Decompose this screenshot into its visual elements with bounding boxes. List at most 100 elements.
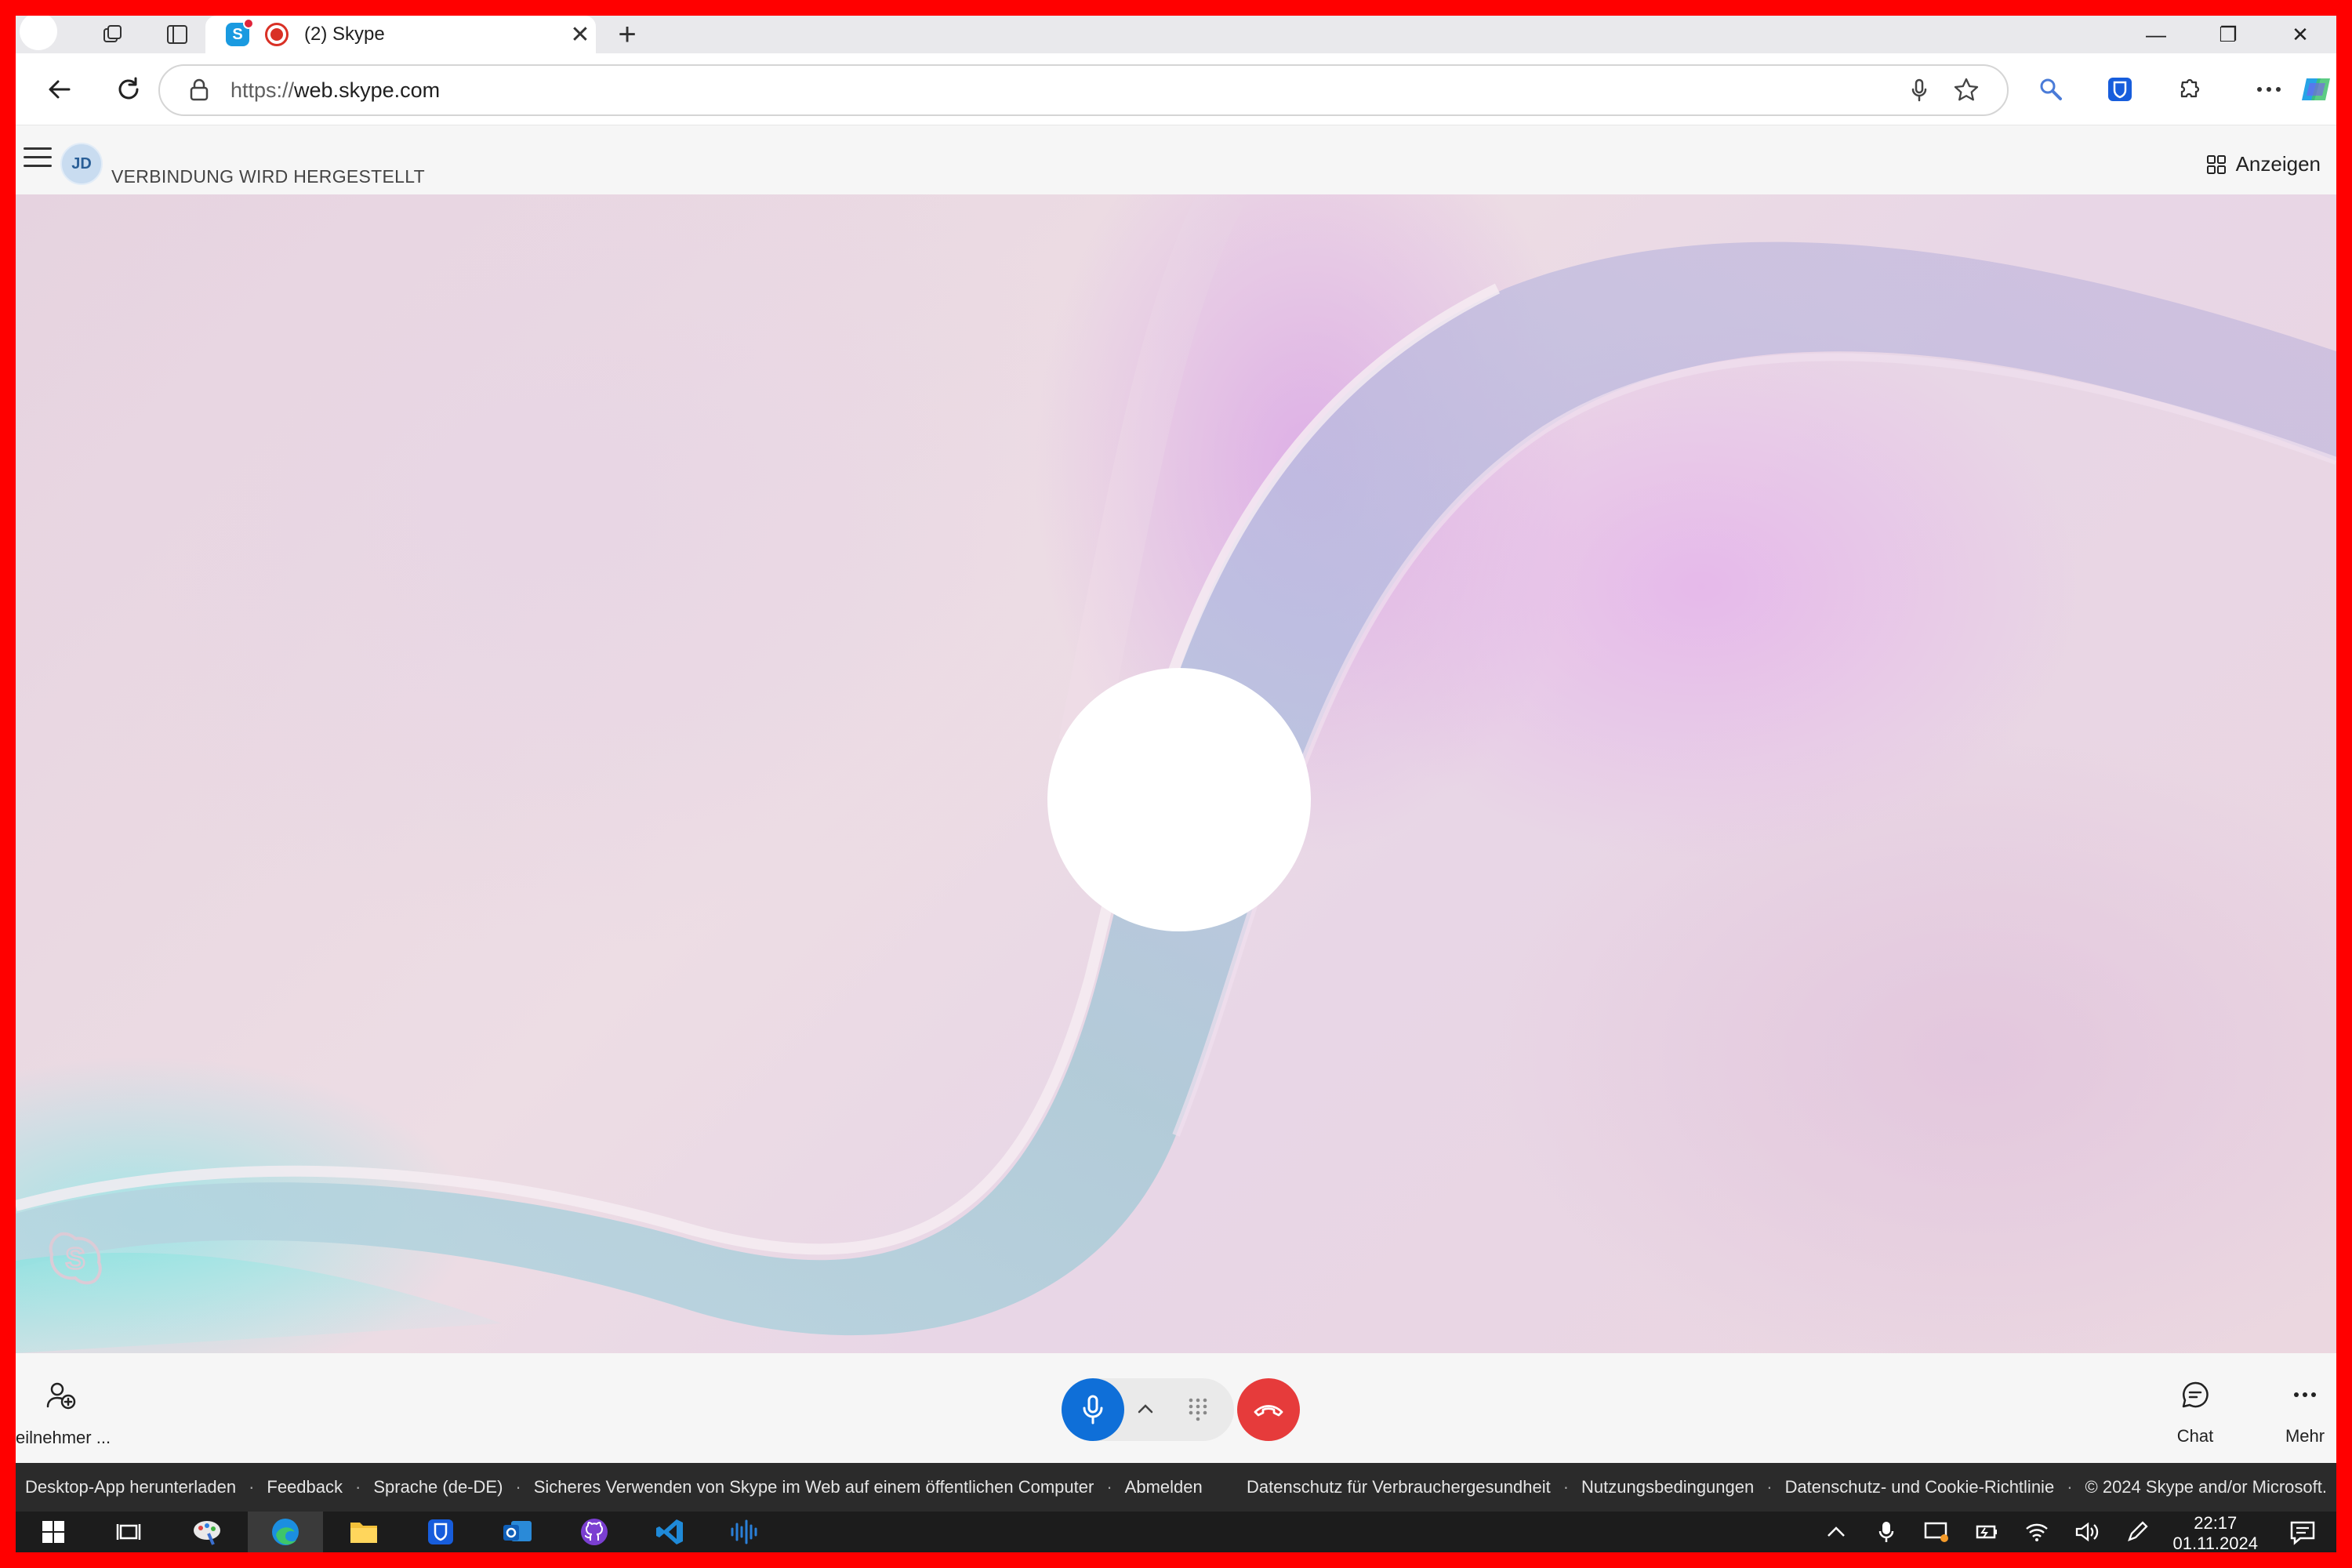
more-icon (2257, 87, 2281, 92)
tray-microphone-icon[interactable] (1861, 1520, 1911, 1544)
microphone-icon (1083, 1395, 1103, 1425)
avatar[interactable]: JD (60, 143, 103, 185)
taskbar-app-github[interactable] (557, 1512, 632, 1552)
menu-icon[interactable] (24, 147, 52, 169)
bitwarden-button[interactable] (2098, 67, 2142, 111)
taskbar-app-paint[interactable] (169, 1512, 245, 1552)
close-tab-icon[interactable]: ✕ (564, 21, 596, 49)
footer-link-feedback[interactable]: Feedback (267, 1477, 343, 1497)
chat-label: Chat (2176, 1426, 2214, 1446)
taskbar-app-vscode[interactable] (632, 1512, 707, 1552)
hangup-button[interactable] (1237, 1378, 1300, 1441)
more-button[interactable] (2247, 67, 2291, 111)
footer-link-health-privacy[interactable]: Datenschutz für Verbrauchergesundheit (1247, 1477, 1551, 1497)
notification-center-button[interactable] (2289, 1519, 2316, 1550)
extensions-icon (2180, 78, 2200, 98)
mute-button[interactable] (1062, 1378, 1124, 1441)
more-icon (2294, 1392, 2316, 1397)
chat-icon (2182, 1381, 2209, 1408)
window-controls: — ❐ ✕ (2120, 16, 2336, 53)
caller-avatar (1047, 668, 1311, 931)
clock-time: 22:17 (2194, 1513, 2238, 1533)
outlook-icon (503, 1521, 532, 1541)
taskbar-app-outlook[interactable] (480, 1512, 555, 1552)
tray-display-icon[interactable] (1911, 1520, 1962, 1544)
address-bar[interactable]: https://web.skype.com (158, 64, 2009, 116)
tray-volume-icon[interactable] (2062, 1521, 2112, 1543)
footer-link-language[interactable]: Sprache (de-DE) (373, 1477, 503, 1497)
browser-window: S (2) Skype ✕ + — ❐ ✕ https://web.skype.… (16, 16, 2336, 1552)
tray-battery-icon[interactable] (1962, 1522, 2012, 1542)
waveform-icon (731, 1519, 757, 1544)
tray-wifi-icon[interactable] (2012, 1521, 2062, 1543)
skype-favicon-icon: S (226, 18, 254, 46)
hangup-icon (1254, 1405, 1283, 1417)
recording-icon (265, 23, 289, 46)
page-footer: Desktop-App herunterladen · Feedback · S… (16, 1463, 2336, 1512)
taskbar-app-audio[interactable] (707, 1512, 782, 1552)
extensions-button[interactable] (2167, 67, 2211, 111)
dialpad-button[interactable] (1176, 1388, 1220, 1432)
windows-logo-icon (42, 1521, 64, 1543)
more-label: Mehr (2285, 1426, 2325, 1446)
skype-logo-icon: S (49, 1232, 102, 1285)
taskbar-clock[interactable]: 22:17 01.11.2024 (2173, 1513, 2258, 1552)
footer-link-download[interactable]: Desktop-App herunterladen (25, 1477, 236, 1497)
minimize-button[interactable]: — (2120, 16, 2192, 53)
participants-label: eilnehmer ... (16, 1428, 111, 1447)
tab-strip: S (2) Skype ✕ + — ❐ ✕ (16, 16, 2336, 53)
profile-button[interactable] (16, 16, 61, 50)
more-options-button[interactable]: Mehr (2258, 1380, 2336, 1446)
lock-icon[interactable] (183, 78, 215, 102)
footer-separator: · (355, 1477, 361, 1497)
start-button[interactable] (16, 1512, 91, 1552)
search-extension-button[interactable] (2029, 67, 2073, 111)
view-button[interactable]: Anzeigen (2206, 152, 2321, 176)
footer-link-terms[interactable]: Nutzungsbedingungen (1581, 1477, 1754, 1497)
footer-link-signout[interactable]: Abmelden (1125, 1477, 1203, 1497)
chat-button[interactable]: Chat (2148, 1380, 2242, 1446)
github-icon (581, 1519, 608, 1545)
paint-icon (194, 1521, 220, 1545)
system-tray (1811, 1512, 2162, 1552)
task-view-icon (116, 1524, 141, 1540)
svg-text:S: S (65, 1243, 85, 1276)
call-status: VERBINDUNG WIRD HERGESTELLT (111, 166, 425, 187)
show-hidden-icons-button[interactable] (1811, 1526, 1861, 1537)
task-view-button[interactable] (91, 1512, 166, 1552)
new-tab-button[interactable]: + (604, 17, 651, 52)
tab-title: (2) Skype (304, 24, 385, 45)
chevron-up-icon (1828, 1526, 1845, 1537)
audio-options-button[interactable] (1134, 1397, 1157, 1421)
footer-link-cookie-policy[interactable]: Datenschutz- und Cookie-Richtlinie (1785, 1477, 2055, 1497)
bitwarden-icon (428, 1519, 453, 1544)
restore-button[interactable]: ❐ (2192, 16, 2264, 53)
url-text[interactable]: https://web.skype.com (230, 78, 1896, 103)
chevron-up-icon (1138, 1404, 1153, 1414)
back-arrow-icon (49, 80, 71, 99)
tab-skype[interactable]: S (2) Skype ✕ (205, 16, 596, 53)
taskbar-app-explorer[interactable] (326, 1512, 401, 1552)
microphone-icon[interactable] (1896, 67, 1943, 114)
close-window-button[interactable]: ✕ (2264, 16, 2336, 53)
participants-button[interactable]: eilnehmer ... (16, 1380, 125, 1448)
footer-separator: · (1106, 1477, 1112, 1497)
taskbar-app-edge[interactable] (248, 1512, 323, 1552)
url-host: web.skype.com (294, 78, 441, 102)
tray-pen-icon[interactable] (2112, 1520, 2162, 1544)
footer-separator: · (1563, 1477, 1570, 1497)
copilot-button[interactable] (2294, 67, 2336, 111)
refresh-button[interactable] (108, 69, 149, 110)
footer-link-public-computer[interactable]: Sicheres Verwenden von Skype im Web auf … (534, 1477, 1094, 1497)
tab-actions-icon (167, 25, 187, 44)
bitwarden-icon (2108, 78, 2132, 101)
back-button[interactable] (39, 69, 80, 110)
footer-separator: · (2067, 1477, 2073, 1497)
vertical-tabs-button[interactable] (154, 17, 201, 52)
workspaces-button[interactable] (89, 17, 136, 52)
taskbar-app-bitwarden[interactable] (403, 1512, 478, 1552)
refresh-icon (118, 77, 139, 100)
footer-copyright: © 2024 Skype and/or Microsoft. (2085, 1477, 2327, 1497)
view-label: Anzeigen (2235, 152, 2321, 176)
star-icon[interactable] (1943, 67, 1990, 114)
